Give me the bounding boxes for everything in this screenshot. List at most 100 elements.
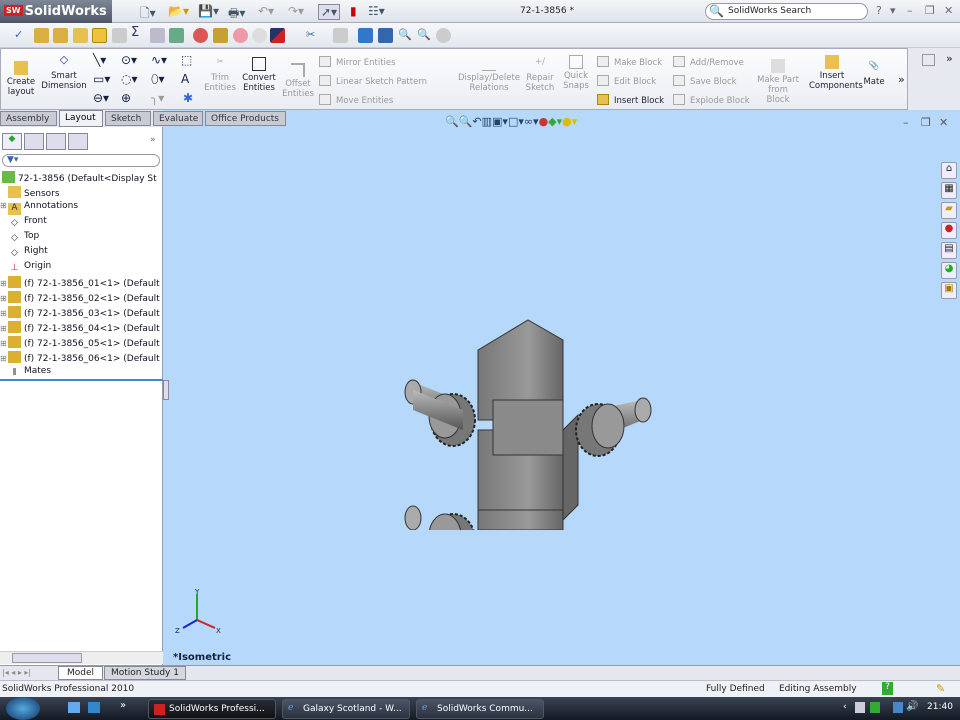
configuration-manager-tab-icon[interactable] [46,133,66,150]
custom-properties-icon[interactable]: ▣ [941,282,957,299]
start-button-icon[interactable] [6,697,40,720]
appearances-icon[interactable]: ◕ [941,262,957,279]
interference-detection-icon[interactable] [213,28,228,43]
tray-expand-icon[interactable]: ‹ [843,702,847,712]
search-results-icon[interactable]: ● [941,222,957,239]
scrollbar-thumb[interactable] [12,653,82,663]
help-question-icon[interactable]: ? [882,682,893,695]
create-layout-button[interactable]: Create layout [4,61,38,97]
view-palette-icon[interactable]: ▤ [941,242,957,259]
move-entities-button[interactable]: Move Entities [319,94,393,106]
check-icon[interactable] [92,28,107,43]
insert-components-button[interactable]: Insert Components [809,55,863,91]
zoom-area-icon[interactable]: 🔍 [398,28,413,43]
tree-item-front[interactable]: ◇ Front [0,216,163,231]
volume-icon[interactable]: 🔊 [906,701,918,712]
ellipse-icon[interactable]: ⬯▾ [151,72,165,87]
tree-item-right[interactable]: ◇ Right [0,246,163,261]
rectangle-icon[interactable]: ▭▾ [93,72,110,86]
polygon-icon[interactable]: ⊕ [121,91,131,105]
point-icon[interactable]: ✱ [183,91,193,105]
arc-icon[interactable]: ◌▾ [121,72,138,86]
mirror-entities-button[interactable]: Mirror Entities [319,56,396,68]
section-view-icon[interactable]: ▥ [482,115,492,128]
rebuild-icon[interactable] [333,28,348,43]
repair-sketch-button[interactable]: +/ Repair Sketch [523,57,557,93]
search-input[interactable]: 🔍 SolidWorks Search [705,3,868,20]
display-manager-tab-icon[interactable] [68,133,88,150]
import-diagnostics-icon[interactable] [112,28,127,43]
tab-sketch[interactable]: Sketch [105,111,151,126]
tree-item-f-72-1-3856-02-1-default[interactable]: ⊞ (f) 72-1-3856_02<1> (Default [0,291,163,306]
tree-item-f-72-1-3856-06-1-default[interactable]: ⊞ (f) 72-1-3856_06<1> (Default [0,351,163,366]
tab-evaluate[interactable]: Evaluate [153,111,203,126]
view-orientation-icon[interactable]: ▣▾ [492,115,508,128]
zoom-area-icon[interactable]: 🔍 [459,115,473,128]
viewport-minimize-icon[interactable]: – [903,116,909,129]
show-desktop-icon[interactable] [68,702,80,713]
equations-sigma-icon[interactable]: Σ [131,25,146,40]
line-icon[interactable]: ╲▾ [93,53,106,67]
design-library-icon[interactable]: ▦ [941,182,957,199]
tree-item-sensors[interactable]: Sensors [0,186,163,201]
save-icon[interactable]: 💾▾ [198,4,219,18]
minimize-icon[interactable]: – [907,4,913,17]
switch-windows-icon[interactable] [88,702,100,713]
filter-input[interactable]: ▼▾ [2,154,160,167]
tree-item-origin[interactable]: ⊥ Origin [0,261,163,276]
redo-icon[interactable]: ↷▾ [288,4,304,18]
task-solidworks-community[interactable]: ℯ SolidWorks Commu... [416,699,544,719]
fillet-icon[interactable]: ╮▾ [151,91,164,105]
print-icon[interactable]: 🖶▾ [228,4,245,25]
apply-scene-icon[interactable]: ◆▾ [548,115,562,128]
make-block-button[interactable]: Make Block [597,56,662,68]
close-icon[interactable]: ✕ [944,4,953,17]
select-pointer-icon[interactable]: ➚▾ [318,4,341,20]
tray-app-icon-2[interactable] [870,702,880,713]
expand-toggle-icon[interactable]: ⊞ [0,339,8,348]
expand-toggle-icon[interactable]: ⊞ [0,354,8,363]
file-explorer-icon[interactable]: ▰ [941,202,957,219]
zoom-fit-icon[interactable]: 🔍 [417,28,432,43]
expand-toggle-icon[interactable]: ⊞ [0,279,8,288]
measure-icon[interactable] [34,28,49,43]
offset-entities-button[interactable]: Offset Entities [281,63,315,99]
slot-icon[interactable]: ⊖▾ [93,91,109,105]
tab-layout[interactable]: Layout [59,110,103,127]
help-button[interactable]: ? [876,4,882,17]
options-icon[interactable]: ☷▾ [368,4,385,18]
help-dropdown-icon[interactable]: ▾ [890,4,896,17]
mate-button[interactable]: 📎 Mate [859,61,889,87]
previous-view-icon[interactable]: ↶ [472,115,481,128]
view-orientation-icon[interactable] [378,28,393,43]
spline-icon[interactable]: ∿▾ [151,53,167,67]
tray-app-icon[interactable] [855,702,865,713]
view-settings-icon[interactable]: ●▾ [562,115,577,128]
table-icon[interactable] [169,28,184,43]
pin-icon[interactable]: ✂ [306,28,321,43]
tree-item-f-72-1-3856-03-1-default[interactable]: ⊞ (f) 72-1-3856_03<1> (Default [0,306,163,321]
property-manager-tab-icon[interactable] [24,133,44,150]
explode-block-button[interactable]: Explode Block [673,94,750,106]
deviation-analysis-icon[interactable] [150,28,165,43]
open-folder-icon[interactable]: 📂▾ [168,4,189,18]
add-remove-button[interactable]: Add/Remove [673,56,744,68]
expand-icon[interactable]: » [946,52,953,65]
mass-properties-icon[interactable] [53,28,68,43]
hide-show-icon[interactable]: ∞▾ [524,115,539,128]
viewport-close-icon[interactable]: ✕ [939,116,948,129]
check-circle-icon[interactable] [252,28,267,43]
feature-manager-tab-icon[interactable]: ◆ [2,133,22,150]
tree-root-assembly[interactable]: 72-1-3856 (Default<Display Stat [0,171,157,186]
convert-entities-button[interactable]: Convert Entities [239,57,279,93]
display-style-icon[interactable]: □▾ [508,115,524,128]
text-icon[interactable]: A [181,72,189,86]
tree-item-annotations[interactable]: ⊞ A Annotations [0,201,163,216]
quick-launch-overflow-icon[interactable]: » [120,700,126,711]
spell-check-icon[interactable]: ✓ [14,28,29,43]
tab-motion-study-1[interactable]: Motion Study 1 [104,666,186,680]
task-galaxy-scotland[interactable]: ℯ Galaxy Scotland - W... [282,699,410,719]
restore-icon[interactable]: ❐ [925,4,935,17]
shade-sphere-icon[interactable] [436,28,451,43]
horizontal-scrollbar[interactable] [0,651,163,664]
